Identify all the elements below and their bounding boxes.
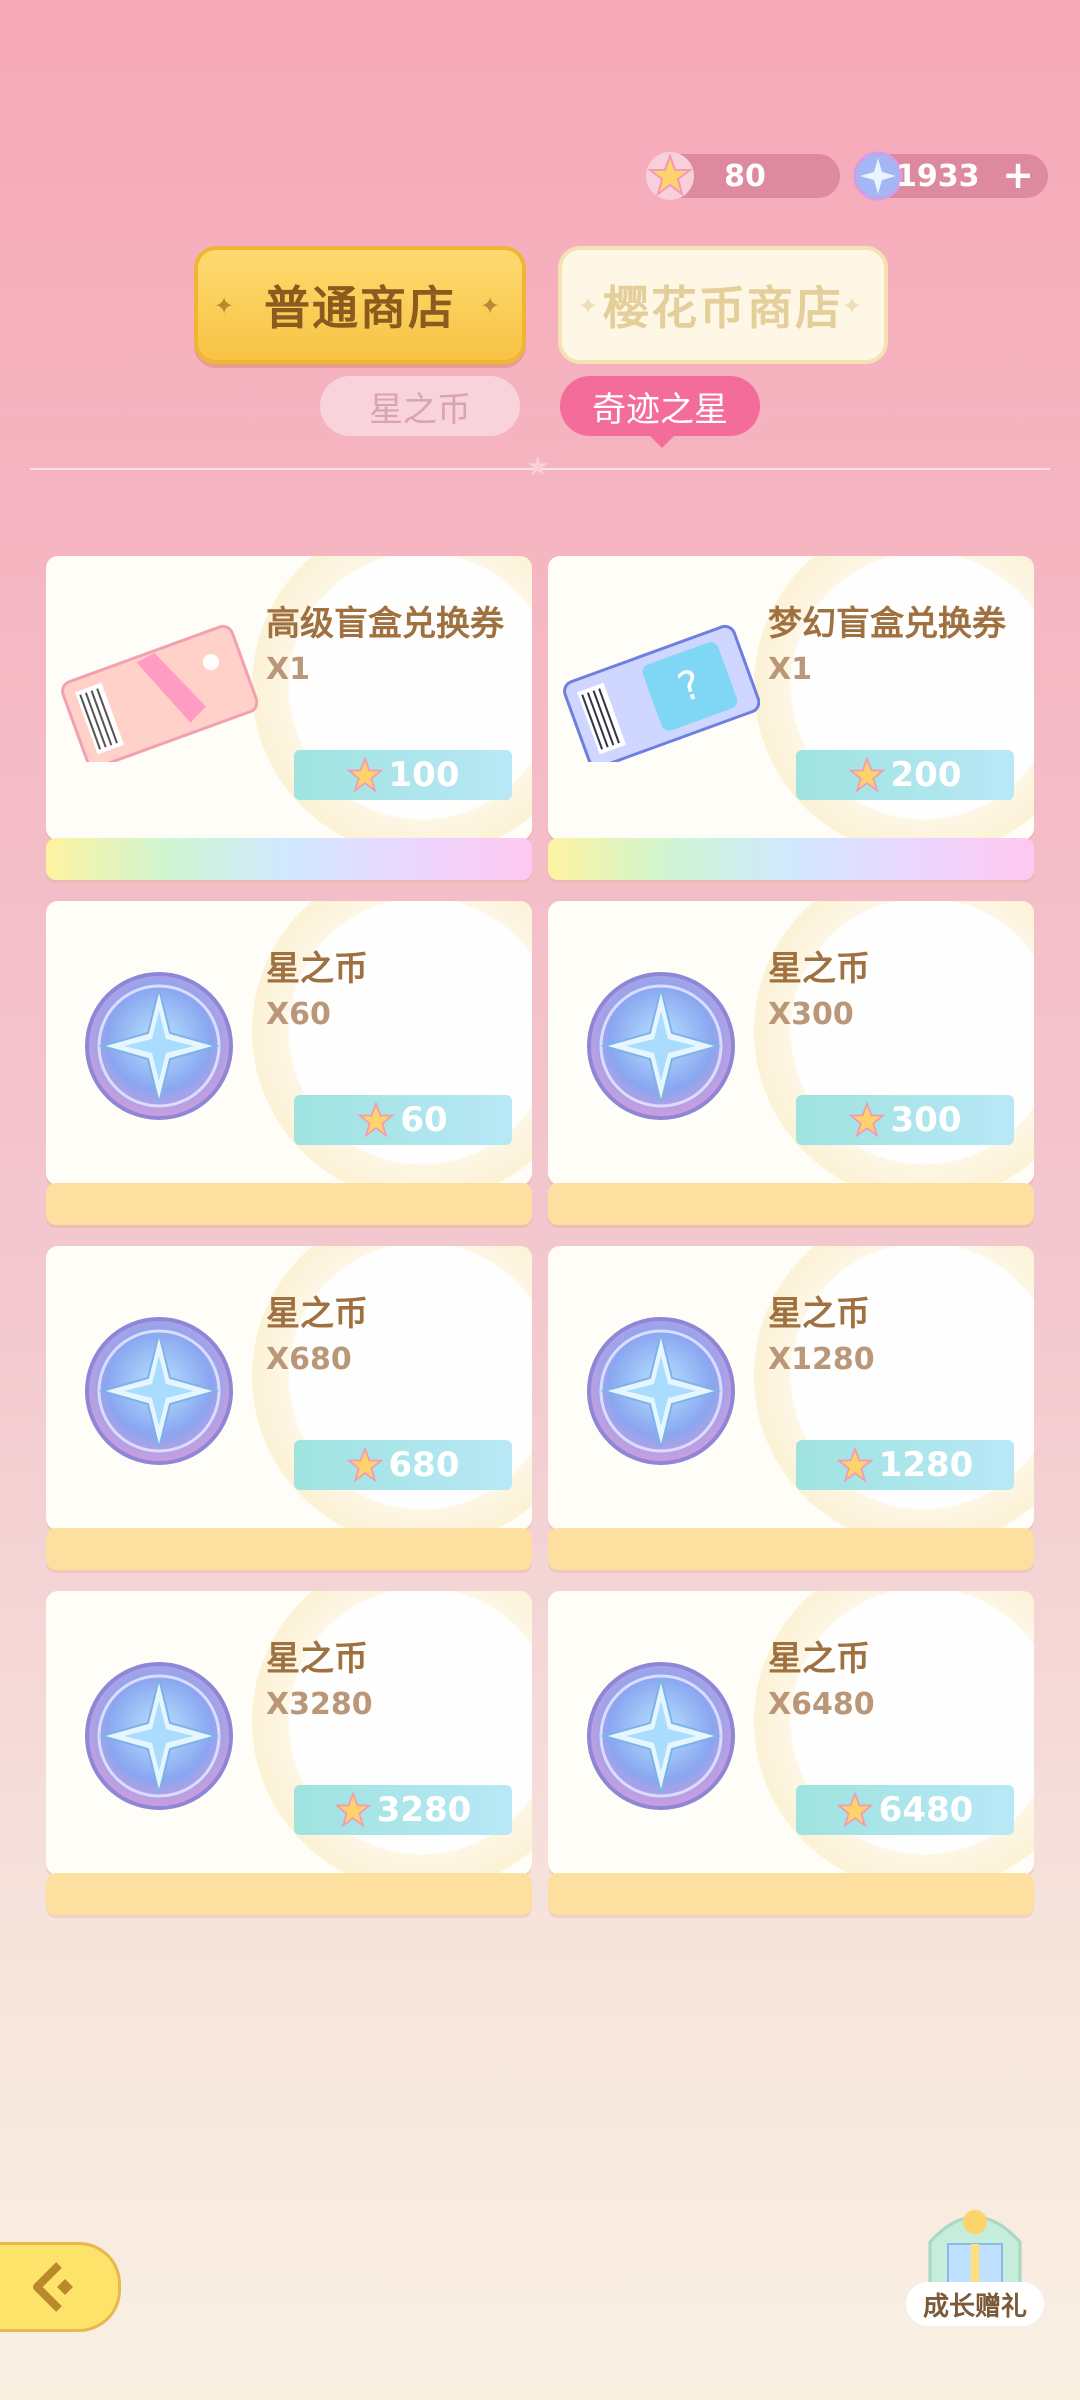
item-name: 星之币 <box>266 1294 368 1334</box>
price-value: 100 <box>388 755 460 795</box>
plus-icon[interactable]: + <box>1002 156 1034 194</box>
buy-price-button[interactable]: 680 <box>294 1440 512 1490</box>
rainbow-star-icon <box>346 757 383 793</box>
shop-item-card[interactable]: 星之币 X680 680 <box>46 1246 532 1530</box>
item-name: 高级盲盒兑换券 <box>266 604 504 644</box>
item-quantity: X300 <box>768 997 854 1032</box>
sparkle-icon: ✦ <box>480 292 503 320</box>
back-button[interactable] <box>0 2242 121 2332</box>
item-name: 星之币 <box>768 949 870 989</box>
card-footer-bar <box>548 1873 1034 1915</box>
star-coin-icon <box>84 1661 234 1815</box>
shop-item-card[interactable]: 星之币 X1280 1280 <box>548 1246 1034 1530</box>
card-footer-bar <box>46 1528 532 1570</box>
star-coin-icon <box>586 971 736 1125</box>
growth-gift-label[interactable]: 成长赠礼 <box>906 2282 1044 2326</box>
star-coin-icon <box>586 1661 736 1815</box>
price-value: 3280 <box>376 1790 472 1830</box>
star-coin-icon <box>84 1316 234 1470</box>
back-arrow-icon <box>33 2262 73 2312</box>
subtab-miracle-star[interactable]: 奇迹之星 <box>560 376 760 448</box>
shop-item-card[interactable]: 星之币 X300 300 <box>548 901 1034 1185</box>
rainbow-star-icon <box>848 757 885 793</box>
item-quantity: X680 <box>266 1342 352 1377</box>
price-value: 300 <box>890 1100 962 1140</box>
card-footer-bar <box>548 1183 1034 1225</box>
buy-price-button[interactable]: 1280 <box>796 1440 1014 1490</box>
sparkle-icon: ✦ <box>214 292 237 320</box>
star-coin-icon <box>586 1316 736 1470</box>
buy-price-button[interactable]: 100 <box>294 750 512 800</box>
rainbow-star-icon <box>836 1792 873 1828</box>
card-footer-bar <box>548 1528 1034 1570</box>
item-quantity: X60 <box>266 997 331 1032</box>
crystal-counter: 1933 + <box>853 151 1048 201</box>
tab-sakura-shop-label: 樱花币商店 <box>603 281 843 335</box>
sparkle-icon: ✦ <box>578 292 601 320</box>
ticket-pink-icon <box>58 622 259 769</box>
price-value: 6480 <box>878 1790 974 1830</box>
tab-sakura-shop[interactable]: ✦ 樱花币商店 ✦ <box>558 246 888 364</box>
star-icon: ★ <box>526 452 550 482</box>
card-footer-bar <box>46 838 532 880</box>
buy-price-button[interactable]: 6480 <box>796 1785 1014 1835</box>
buy-price-button[interactable]: 60 <box>294 1095 512 1145</box>
rainbow-star-icon <box>358 1102 395 1138</box>
ticket-blue-icon: ? <box>560 622 761 769</box>
rainbow-star-icon <box>836 1447 873 1483</box>
item-name: 星之币 <box>266 1639 368 1679</box>
item-name: 星之币 <box>266 949 368 989</box>
item-quantity: X6480 <box>768 1687 875 1722</box>
item-name: 星之币 <box>768 1639 870 1679</box>
tab-normal-shop[interactable]: ✦ 普通商店 ✦ <box>194 246 526 364</box>
item-name: 梦幻盲盒兑换券 <box>768 604 1006 644</box>
rainbow-star-icon <box>334 1792 371 1828</box>
price-value: 1280 <box>878 1445 974 1485</box>
star-points-value: 80 <box>724 158 766 194</box>
star-coin-icon <box>84 971 234 1125</box>
buy-price-button[interactable]: 300 <box>796 1095 1014 1145</box>
rainbow-star-icon <box>346 1447 383 1483</box>
shop-item-card[interactable]: 星之币 X6480 6480 <box>548 1591 1034 1875</box>
shop-item-card[interactable]: 星之币 X60 60 <box>46 901 532 1185</box>
card-footer-bar <box>46 1873 532 1915</box>
item-quantity: X1 <box>768 652 813 687</box>
shop-item-card[interactable]: ? 梦幻盲盒兑换券 X1 200 <box>548 556 1034 840</box>
item-quantity: X3280 <box>266 1687 373 1722</box>
tab-normal-shop-label: 普通商店 <box>264 281 456 335</box>
item-quantity: X1280 <box>768 1342 875 1377</box>
card-footer-bar <box>46 1183 532 1225</box>
item-quantity: X1 <box>266 652 311 687</box>
buy-price-button[interactable]: 3280 <box>294 1785 512 1835</box>
rainbow-star-icon <box>848 1102 885 1138</box>
shop-item-card[interactable]: 高级盲盒兑换券 X1 100 <box>46 556 532 840</box>
sparkle-icon: ✦ <box>842 292 865 320</box>
subtab-star-coin[interactable]: 星之币 <box>320 376 520 436</box>
shop-item-card[interactable]: 星之币 X3280 3280 <box>46 1591 532 1875</box>
card-footer-bar <box>548 838 1034 880</box>
star-points-counter: 80 <box>646 152 840 200</box>
price-value: 60 <box>400 1100 448 1140</box>
buy-price-button[interactable]: 200 <box>796 750 1014 800</box>
divider: ★ <box>30 452 1050 482</box>
price-value: 680 <box>388 1445 460 1485</box>
item-name: 星之币 <box>768 1294 870 1334</box>
price-value: 200 <box>890 755 962 795</box>
